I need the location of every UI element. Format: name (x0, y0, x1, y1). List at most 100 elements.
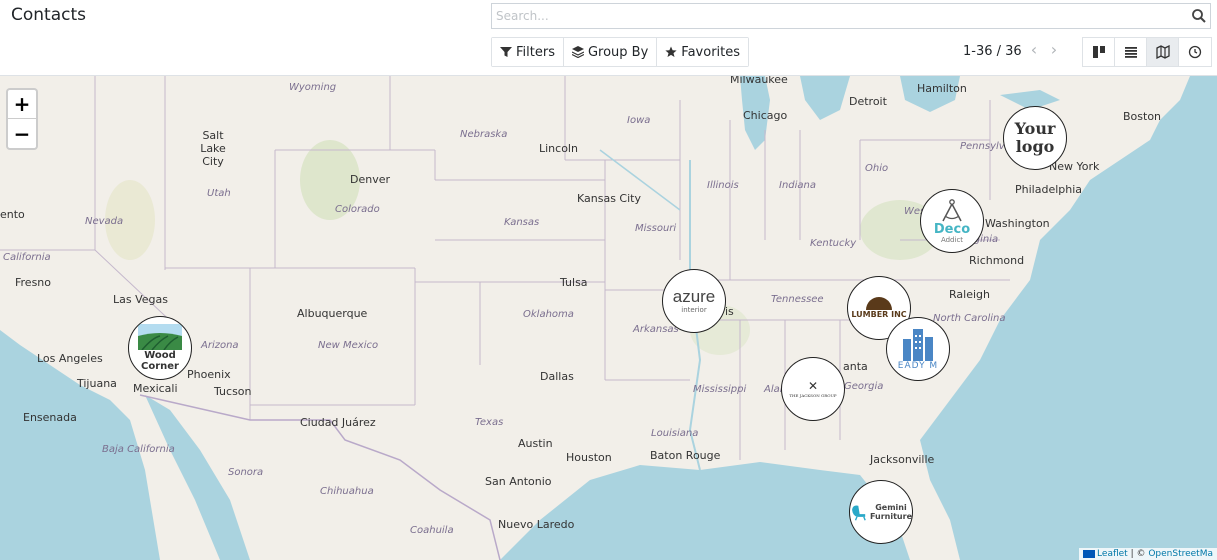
state-label: Nevada (85, 216, 124, 227)
city-label: Austin (518, 437, 553, 450)
marker-label: THE JACKSON GROUP (789, 392, 837, 398)
zoom-in-button[interactable]: + (8, 90, 36, 119)
activity-view-button[interactable] (1179, 38, 1211, 66)
compass-icon (942, 198, 962, 221)
marker-label: LUMBER INC (851, 310, 907, 319)
city-label: Houston (566, 451, 612, 464)
city-label: Tucson (214, 385, 252, 398)
city-label: Richmond (969, 254, 1025, 267)
city-label: Las Vegas (113, 293, 168, 306)
filter-icon (500, 47, 512, 57)
map-icon (1155, 45, 1170, 59)
marker-label: Wood (144, 350, 176, 361)
state-label: Oklahoma (523, 309, 574, 320)
state-label: Kansas (504, 217, 540, 228)
layers-icon (571, 46, 584, 58)
list-view-button[interactable] (1115, 38, 1147, 66)
city-label: Dallas (540, 370, 574, 383)
pager-next-icon[interactable]: › (1047, 42, 1061, 58)
map-attribution: Leaflet | © OpenStreetMa (1079, 548, 1217, 560)
filters-button[interactable]: Filters (492, 38, 564, 66)
search-bar[interactable] (491, 3, 1211, 29)
zoom-control: + − (6, 88, 38, 150)
city-label: anta (843, 360, 868, 373)
state-label: New Mexico (318, 340, 379, 351)
state-label: Mississippi (693, 384, 747, 395)
state-label: Kentucky (810, 238, 857, 249)
map-view-button[interactable] (1147, 38, 1179, 66)
city-label: Lincoln (539, 142, 578, 155)
marker-your-logo[interactable]: Your logo (1003, 106, 1067, 170)
map-canvas[interactable]: Milwaukee Detroit Hamilton Chicago Bosto… (0, 76, 1217, 560)
city-label: Milwaukee (730, 76, 788, 86)
state-label: Sonora (228, 467, 264, 478)
state-label: Ohio (865, 163, 889, 174)
marker-azure-interior[interactable]: azure interior (662, 269, 726, 333)
city-label: ento (0, 208, 25, 221)
state-label: Texas (475, 417, 504, 428)
group-by-label: Group By (587, 44, 649, 60)
saw-blade-icon (866, 297, 892, 310)
osm-link[interactable]: OpenStreetMa (1148, 549, 1213, 559)
chair-icon (852, 505, 866, 521)
favorites-button[interactable]: Favorites (657, 38, 749, 66)
city-label: Ciudad Juárez (300, 416, 376, 429)
marker-sublabel: interior (681, 306, 707, 314)
state-label: Indiana (779, 180, 817, 191)
city-label: Washington (985, 217, 1050, 230)
marker-ready-mat[interactable]: EADY M (886, 317, 950, 381)
leaflet-link[interactable]: Leaflet (1097, 549, 1128, 559)
city-label: Salt Lake City (200, 129, 226, 168)
kanban-view-button[interactable] (1083, 38, 1115, 66)
favorites-label: Favorites (681, 44, 741, 60)
marker-wood-corner[interactable]: Wood Corner (128, 316, 192, 380)
page-title: Contacts (11, 5, 86, 25)
cross-icon: ✕ (807, 378, 819, 393)
state-label: North Carolina (933, 313, 1006, 324)
ukraine-flag-icon (1083, 549, 1096, 558)
control-panel: Contacts Filters Group By Favorites 1-36… (0, 0, 1217, 76)
city-label: Mexicali (133, 382, 178, 395)
star-icon (665, 46, 677, 57)
list-icon (1124, 47, 1137, 58)
state-label: Louisiana (651, 428, 699, 439)
city-label: Fresno (15, 276, 52, 289)
group-by-button[interactable]: Group By (563, 38, 658, 66)
pager-value[interactable]: 1-36 / 36 (963, 44, 1022, 59)
city-label: Hamilton (917, 82, 967, 95)
marker-gemini-furniture[interactable]: Gemini Furniture (849, 480, 913, 544)
city-label: Nuevo Laredo (498, 518, 575, 531)
city-label: Phoenix (187, 368, 231, 381)
city-label: Tulsa (560, 276, 588, 289)
search-icon[interactable] (1191, 8, 1207, 24)
state-label: Baja California (102, 444, 175, 455)
state-label: Arkansas (633, 324, 679, 335)
marker-jackson-group[interactable]: ✕ THE JACKSON GROUP (781, 357, 845, 421)
marker-sublabel: Corner (141, 361, 179, 372)
city-label: Boston (1123, 110, 1162, 123)
city-label: Baton Rouge (650, 449, 721, 462)
state-label: Illinois (707, 180, 739, 191)
city-label: Kansas City (577, 192, 641, 205)
marker-sublabel: Furniture (869, 512, 912, 521)
state-label: Utah (207, 188, 231, 199)
state-label: Chihuahua (320, 486, 374, 497)
view-switcher (1082, 37, 1212, 67)
city-label: Philadelphia (1015, 183, 1083, 196)
marker-sublabel: Addict (940, 235, 964, 244)
state-label: California (3, 252, 51, 263)
search-input[interactable] (492, 4, 1182, 28)
marker-deco-addict[interactable]: Deco Addict (920, 189, 984, 253)
filters-label: Filters (516, 44, 555, 60)
state-label: Nebraska (460, 129, 508, 140)
city-label: Raleigh (949, 288, 990, 301)
kanban-icon (1092, 46, 1105, 58)
state-label: Tennessee (771, 294, 824, 305)
zoom-out-button[interactable]: − (8, 119, 36, 148)
state-label: Arizona (201, 340, 239, 351)
pager-previous-icon[interactable]: ‹ (1027, 42, 1041, 58)
marker-label: Gemini (875, 503, 907, 512)
state-label: Iowa (627, 115, 651, 126)
state-label: Georgia (844, 381, 884, 392)
marker-label: Deco (933, 221, 971, 237)
